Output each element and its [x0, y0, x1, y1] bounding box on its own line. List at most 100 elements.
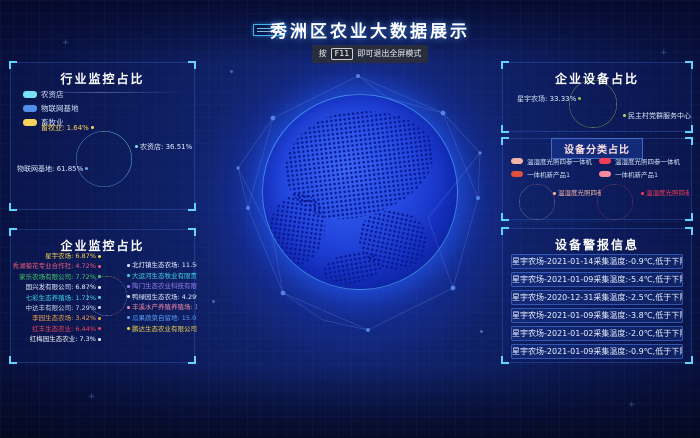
legend-label: 物联网基地	[41, 103, 79, 114]
callout-dot	[127, 316, 130, 319]
panel-title: 设备警报信息	[503, 236, 691, 253]
callout-dot	[127, 327, 130, 330]
label-text: 鹏达生态农业有限公司: 6.87%	[132, 325, 197, 333]
legend-item[interactable]: 物联网基地	[23, 103, 79, 114]
legend-swatch	[599, 158, 611, 164]
industry-donut-chart[interactable]	[76, 131, 132, 187]
devclass-left-donut[interactable]	[519, 184, 555, 220]
panel-title: 行业监控占比	[11, 70, 194, 87]
legend-item[interactable]: 一体机新产品1	[511, 169, 592, 179]
corner-bracket	[501, 356, 509, 364]
pie-callout-label: 陶门生态农业科技有限公	[127, 282, 197, 290]
corner-bracket	[188, 228, 196, 236]
callout-dot	[98, 338, 101, 341]
callout-dot	[127, 295, 130, 298]
corner-bracket	[9, 203, 17, 211]
label-text: 温湿度光照四参一体机	[558, 189, 601, 197]
pie-callout-label: 红梅园生态农业: 7.3%	[30, 335, 101, 343]
alarm-row: 星宇农场-2021-01-02采集温度:-2.0℃,低于下限:0℃	[511, 326, 683, 341]
fullscreen-hint-box: 按 F11 即可退出全屏模式	[312, 45, 429, 63]
dashboard: + + + + 秀洲区农业大数据展示 按	[0, 0, 700, 438]
label-text: 星宇农场: 33.33%	[517, 95, 576, 103]
legend-item[interactable]: 农资店	[23, 89, 79, 100]
label-text: 秀湖菊花专业合作社: 4.72%	[13, 262, 96, 270]
panel-device-classification: 设备分类占比 温湿度光照四参一体机一体机新产品1 温湿度光照四参一体机 温湿度光…	[502, 138, 692, 220]
f11-keycap: F11	[331, 48, 354, 60]
hint-suffix: 即可退出全屏模式	[357, 48, 421, 59]
pie-callout-label: 农资店: 36.51%	[133, 142, 192, 152]
callout-dot	[98, 317, 101, 320]
callout-dot	[98, 286, 101, 289]
deco-dot	[480, 330, 483, 333]
legend-swatch	[23, 91, 37, 98]
corner-bracket	[501, 137, 509, 145]
callout-dot	[98, 296, 101, 299]
label-text: 国兴发有限公司: 6.87%	[26, 283, 96, 291]
callout-dot	[135, 145, 138, 148]
label-text: 李园生态农场: 3.42%	[32, 314, 96, 322]
deco-dot	[212, 300, 215, 303]
devclass-right-donut[interactable]	[597, 184, 633, 220]
panel-device-alarms: 设备警报信息 星宇农场-2021-01-14采集温度:-0.9℃,低于下限:0℃…	[502, 228, 692, 363]
pie-callout-label: 畜牧业: 1.64%	[41, 123, 96, 133]
label-text: 红丰生态农业: 6.44%	[32, 325, 96, 333]
enterprise-labels-left: 星宇农场: 6.87% 秀湖菊花专业合作社: 4.72% 家乐农场有限公司: 7.7…	[15, 252, 101, 343]
label-text: 陶门生态农业科技有限公	[132, 282, 197, 290]
label-text: 七彩生态养殖场: 1.72%	[26, 294, 96, 302]
legend-item[interactable]: 温湿度光照四参一体机	[599, 156, 680, 166]
pie-callout-label: 鹏达生态农业有限公司: 6.87%	[127, 325, 197, 333]
legend-item[interactable]: 一体机新产品1	[599, 169, 680, 179]
corner-bracket	[501, 227, 509, 235]
label-text: 大运河生态牧业有限责任公	[132, 272, 197, 280]
legend-label: 农资店	[41, 89, 64, 100]
callout-dot	[553, 192, 556, 195]
corner-bracket	[685, 356, 693, 364]
corner-bracket	[9, 228, 17, 236]
device-donut-chart[interactable]	[569, 80, 617, 128]
legend-swatch	[511, 158, 523, 164]
plus-mark: +	[628, 400, 636, 410]
legend-swatch	[23, 105, 37, 112]
callout-dot	[578, 97, 581, 100]
pie-callout-label: 物联网基地: 61.85%	[17, 164, 90, 174]
label-text: 民主村党群服务中心:	[628, 112, 691, 120]
callout-dot	[91, 126, 94, 129]
label-text: 温湿度光照四参一体机	[646, 189, 689, 197]
alarm-list: 星宇农场-2021-01-14采集温度:-0.9℃,低于下限:0℃ 星宇农场-20…	[511, 254, 683, 359]
pie-callout-label: 丰溪水产养殖养殖场: 1.	[127, 303, 197, 311]
legend-label: 温湿度光照四参一体机	[527, 156, 592, 166]
hint-prefix: 按	[319, 48, 327, 59]
legend-swatch	[23, 119, 37, 126]
label-text: 瓜果蔬菜自留地: 15.02%	[132, 314, 197, 322]
pie-callout-label: 星宇农场: 6.87%	[45, 252, 101, 260]
page-title: 秀洲区农业大数据展示	[40, 17, 700, 42]
alarm-row: 星宇农场-2021-01-09采集温度:-0.9℃,低于下限:0℃	[511, 344, 683, 359]
devclass-chart-left: 温湿度光照四参一体机一体机新产品1 温湿度光照四参一体机	[509, 155, 603, 219]
corner-bracket	[685, 125, 693, 133]
callout-dot	[98, 255, 101, 258]
label-text: 丰溪水产养殖养殖场: 1.	[132, 303, 197, 311]
label-text: 农资店: 36.51%	[140, 143, 192, 151]
globe-landmass	[321, 248, 385, 288]
legend-swatch	[511, 171, 523, 177]
corner-bracket	[9, 61, 17, 69]
pie-callout-label: 李园生态农场: 3.42%	[32, 314, 101, 322]
alarm-row: 星宇农场-2021-01-14采集温度:-0.9℃,低于下限:0℃	[511, 254, 683, 269]
corner-bracket	[188, 203, 196, 211]
label-text: 星宇农场: 6.87%	[45, 252, 96, 260]
corner-bracket	[685, 137, 693, 145]
pie-callout-label: 国兴发有限公司: 6.87%	[26, 283, 101, 291]
pie-callout-label: 大运河生态牧业有限责任公	[127, 272, 197, 280]
pie-callout-label: 温湿度光照四参一体机	[641, 187, 689, 197]
pie-callout-label: 瓜果蔬菜自留地: 15.02%	[127, 314, 197, 322]
panel-device-ratio: 企业设备占比 星宇农场: 33.33% 民主村党群服务中心:	[502, 62, 692, 132]
corner-bracket	[501, 125, 509, 133]
callout-dot	[98, 265, 101, 268]
pie-callout-label: 星宇农场: 33.33%	[517, 94, 583, 104]
corner-bracket	[188, 356, 196, 364]
callout-dot	[127, 285, 130, 288]
label-text: 家乐农场有限公司: 7.72%	[19, 273, 96, 281]
pie-callout-label: 北灯镇生态农场: 11.56%	[127, 261, 197, 269]
panel-industry-ratio: 行业监控占比 农资店物联网基地畜牧业 畜牧业: 1.64% 农资店: 36.51…	[10, 62, 195, 210]
legend-item[interactable]: 温湿度光照四参一体机	[511, 156, 592, 166]
